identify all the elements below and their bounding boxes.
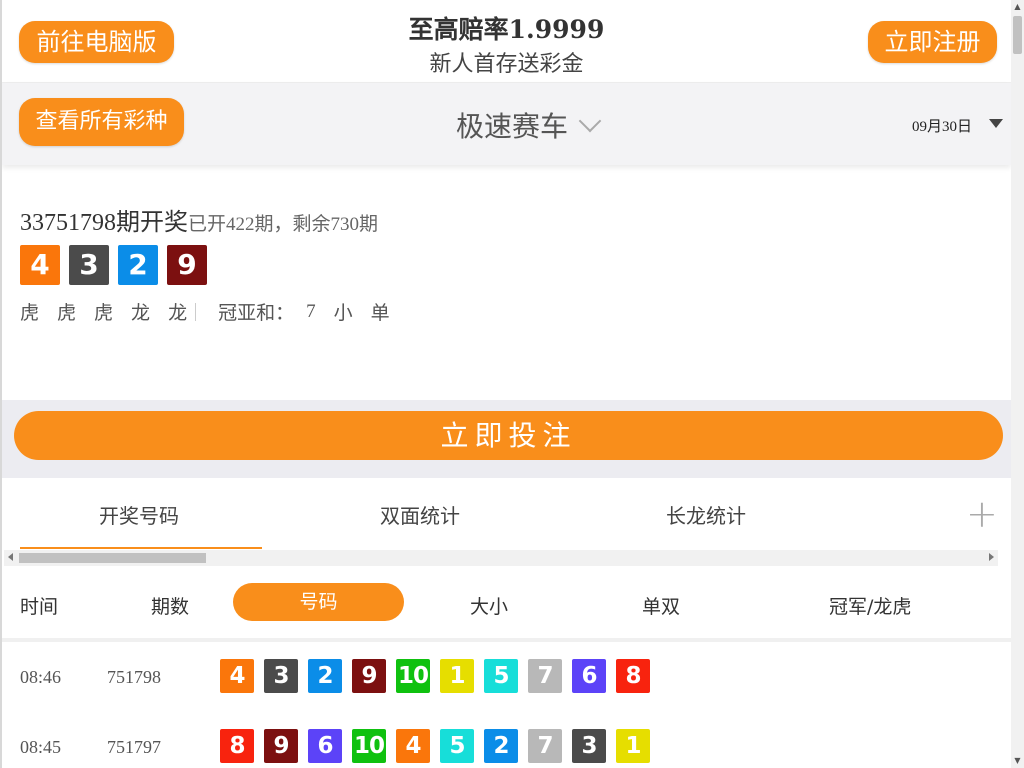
number-tile: 9 [352,659,386,693]
chevron-down-icon [578,109,602,133]
date-label: 09月30日 [912,119,973,135]
dragon-tiger-2: 虎 [57,302,77,324]
sum-value: 7 [306,300,316,322]
register-button[interactable]: 立即注册 [868,21,997,63]
plus-icon[interactable]: + [966,492,998,536]
number-tile: 1 [440,659,474,693]
number-tile: 5 [484,659,518,693]
number-ball: 2 [118,245,158,285]
row-time: 08:46 [20,667,62,687]
number-tile: 7 [528,659,562,693]
dragon-tiger-1: 虎 [20,302,40,324]
game-name: 极速赛车 [456,110,569,143]
parity-value: 单 [370,302,390,324]
scroll-down-icon[interactable]: ▼ [1011,754,1024,768]
number-tile: 3 [264,659,298,693]
bet-section: 立即投注 [2,400,1011,478]
row-numbers: 8 9 6 10 4 5 2 7 3 1 [220,729,650,763]
tab-two-side-stats[interactable]: 双面统计 [380,500,460,529]
number-tile: 8 [616,659,650,693]
number-tile: 6 [308,729,342,763]
number-ball: 4 [20,245,60,285]
latest-balls: 4329 [20,245,207,285]
result-summary: 虎 虎 虎 龙 龙 冠亚和： 7 小 单 [20,298,408,325]
column-header: 时间 期数 号码 大小 单双 冠军/龙虎 [2,566,1011,642]
row-issue: 751798 [107,667,161,687]
issue-heading: 33751798期开奖已开422期，剩余730期 [20,202,378,237]
draw-progress: 已开422期，剩余730期 [188,214,379,235]
vertical-scroll-thumb[interactable] [1013,16,1022,54]
col-champion-toggle[interactable]: 冠军/龙虎 [829,592,911,619]
divider [195,302,197,321]
bet-now-button[interactable]: 立即投注 [14,411,1003,460]
number-tile: 8 [220,729,254,763]
horizontal-scrollbar[interactable] [4,550,998,566]
number-ball: 9 [167,245,207,285]
col-size-toggle[interactable]: 大小 [470,592,508,619]
number-tile: 10 [352,729,386,763]
row-time: 08:45 [20,737,62,757]
all-games-button[interactable]: 查看所有彩种 [19,98,184,146]
tab-long-dragon-stats[interactable]: 长龙统计 [666,500,746,529]
sum-label: 冠亚和： [218,302,295,324]
number-tile: 2 [308,659,342,693]
col-issue: 期数 [151,596,190,618]
dragon-tiger-3: 虎 [94,302,114,324]
table-row: 08:46 751798 4 3 2 9 10 1 5 7 6 8 [2,642,1011,713]
issue-number: 33751798期开奖 [20,210,188,236]
scroll-left-icon[interactable] [8,553,13,561]
number-ball: 3 [69,245,109,285]
game-selector-bar: 查看所有彩种 极速赛车 09月30日 [2,83,1011,165]
number-tile: 5 [440,729,474,763]
number-tile: 9 [264,729,298,763]
scroll-up-icon[interactable]: ▲ [1011,0,1024,14]
caret-down-icon [989,119,1003,128]
number-tile: 2 [484,729,518,763]
promo-subtitle: 新人首存送彩金 [429,52,584,77]
table-row: 08:45 751797 8 9 6 10 4 5 2 7 3 1 [2,712,1011,768]
number-tile: 4 [396,729,430,763]
page-title: 至高赔率1.9999 [408,15,605,44]
scroll-right-icon[interactable] [989,553,994,561]
number-tile: 6 [572,659,606,693]
vertical-scrollbar[interactable]: ▲ ▼ [1011,0,1024,768]
row-numbers: 4 3 2 9 10 1 5 7 6 8 [220,659,650,693]
stats-tabs: 开奖号码 双面统计 长龙统计 + [2,478,1011,550]
tab-draw-numbers[interactable]: 开奖号码 [99,500,179,529]
number-tile: 1 [616,729,650,763]
dragon-tiger-5: 龙 [168,302,188,324]
top-header: 前往电脑版 至高赔率1.9999 新人首存送彩金 立即注册 [2,0,1011,83]
number-tile: 7 [528,729,562,763]
number-tile: 10 [396,659,430,693]
latest-result-panel: 33751798期开奖已开422期，剩余730期 4329 虎 虎 虎 龙 龙 … [2,180,1011,400]
active-tab-indicator [20,547,262,549]
page-frame: 前往电脑版 至高赔率1.9999 新人首存送彩金 立即注册 查看所有彩种 极速赛… [0,0,1011,768]
col-time: 时间 [20,596,59,618]
row-issue: 751797 [107,737,161,757]
col-numbers-toggle[interactable]: 号码 [233,583,404,621]
number-tile: 3 [572,729,606,763]
size-value: 小 [333,302,353,324]
dragon-tiger-4: 龙 [131,302,151,324]
col-parity-toggle[interactable]: 单双 [642,592,680,619]
number-tile: 4 [220,659,254,693]
scroll-thumb[interactable] [19,553,206,563]
